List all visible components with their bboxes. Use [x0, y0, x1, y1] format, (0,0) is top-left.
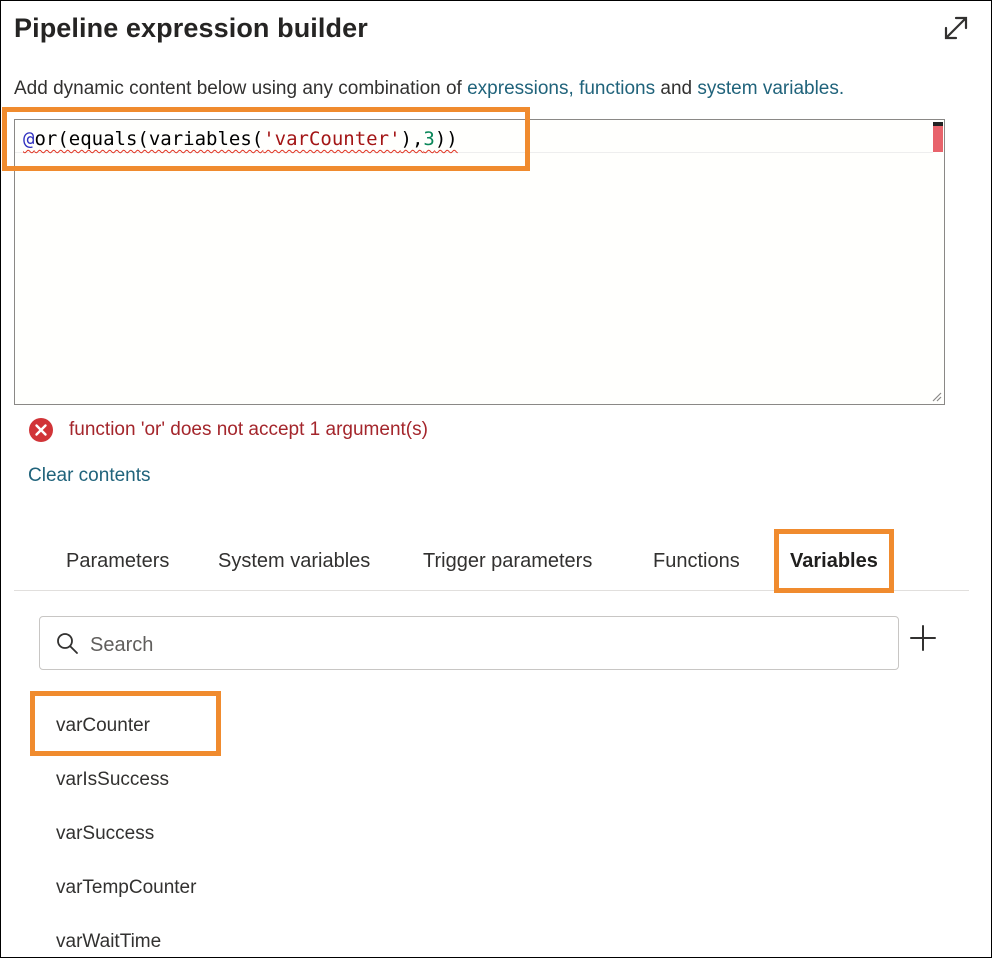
search-box[interactable] [39, 616, 899, 670]
dialog-title: Pipeline expression builder [14, 13, 368, 43]
expressions-link[interactable]: expressions, [467, 78, 574, 99]
dialog-description: Add dynamic content below using any comb… [14, 78, 844, 100]
variable-item-vartempcounter[interactable]: varTempCounter [56, 877, 196, 899]
tab-parameters[interactable]: Parameters [66, 550, 169, 573]
error-circle-icon [29, 418, 53, 442]
plus-icon[interactable] [908, 623, 938, 653]
variable-item-varsuccess[interactable]: varSuccess [56, 823, 154, 845]
code-close-parens: )) [434, 128, 458, 150]
tab-trigger-parameters[interactable]: Trigger parameters [423, 550, 592, 573]
variable-item-varcounter[interactable]: varCounter [56, 715, 150, 737]
expand-icon[interactable] [939, 11, 973, 45]
expression-builder-panel: Pipeline expression builder Add dynamic … [0, 0, 992, 958]
code-at-sign: @ [23, 128, 35, 150]
resize-grip-icon[interactable] [930, 390, 942, 402]
content-tabs: Parameters System variables Trigger para… [14, 546, 969, 591]
system-variables-link[interactable]: system variables. [697, 78, 844, 99]
tab-functions[interactable]: Functions [653, 550, 740, 573]
code-comma: ), [400, 128, 424, 150]
validation-error: function 'or' does not accept 1 argument… [29, 416, 428, 444]
error-message: function 'or' does not accept 1 argument… [69, 419, 428, 440]
variable-item-varwaittime[interactable]: varWaitTime [56, 931, 161, 953]
error-scroll-marker [933, 122, 943, 152]
tab-variables[interactable]: Variables [790, 550, 878, 573]
clear-contents-link[interactable]: Clear contents [28, 465, 151, 487]
description-text: Add dynamic content below using any comb… [14, 78, 468, 99]
code-function-call: or(equals(variables( [34, 128, 264, 150]
code-number-literal: 3 [423, 128, 435, 150]
search-input[interactable] [88, 629, 872, 661]
search-icon [57, 633, 78, 654]
description-and: and [655, 78, 698, 99]
code-string-literal: 'varCounter' [263, 128, 401, 150]
variable-item-varissuccess[interactable]: varIsSuccess [56, 769, 169, 791]
functions-link[interactable]: functions [579, 78, 655, 99]
tab-system-variables[interactable]: System variables [218, 550, 370, 573]
expression-code[interactable]: @or(equals(variables('varCounter'),3)) [23, 124, 458, 154]
expression-editor[interactable]: @or(equals(variables('varCounter'),3)) [14, 119, 945, 405]
